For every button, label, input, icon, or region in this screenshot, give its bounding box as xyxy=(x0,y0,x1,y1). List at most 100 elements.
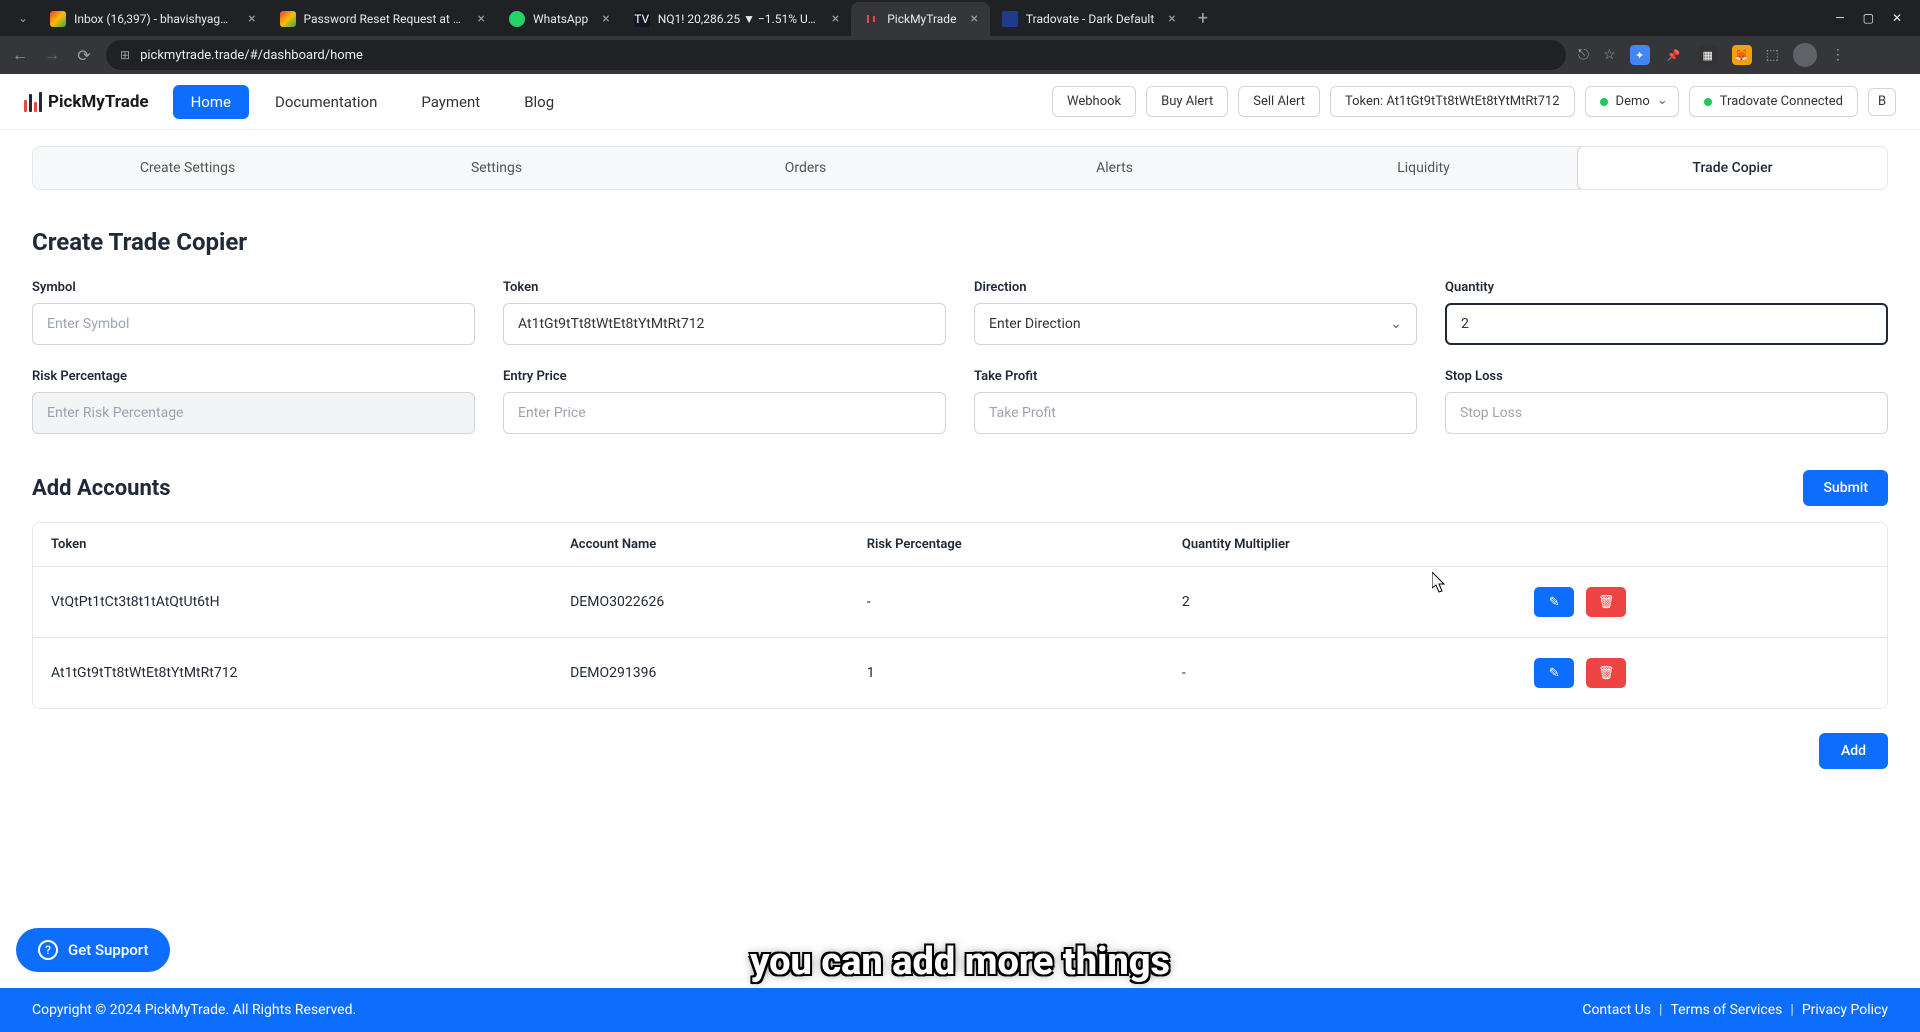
help-icon: ? xyxy=(38,940,58,960)
chevron-down-icon: ⌄ xyxy=(1390,316,1402,332)
quantity-input[interactable] xyxy=(1445,303,1888,345)
take-profit-input[interactable] xyxy=(974,392,1417,434)
sell-alert-button[interactable]: Sell Alert xyxy=(1238,86,1320,117)
cell-qty: - xyxy=(1164,638,1516,709)
add-button[interactable]: Add xyxy=(1819,733,1888,769)
edit-button[interactable]: ✎ xyxy=(1534,658,1574,688)
tab-orders[interactable]: Orders xyxy=(651,147,960,189)
bookmark-icon[interactable]: ☆ xyxy=(1603,47,1616,63)
pencil-icon: ✎ xyxy=(1549,666,1560,681)
close-icon[interactable]: × xyxy=(970,11,977,27)
logo[interactable]: PickMyTrade xyxy=(24,92,149,112)
extension-icon[interactable]: ▦ xyxy=(1698,45,1718,65)
extension-icon[interactable]: 🦊 xyxy=(1732,45,1752,65)
tab-title: Tradovate - Dark Default xyxy=(1026,12,1154,26)
close-icon[interactable]: × xyxy=(602,11,609,27)
delete-button[interactable]: 🗑 xyxy=(1586,587,1626,617)
field-take-profit: Take Profit xyxy=(974,369,1417,434)
footer-terms[interactable]: Terms of Services xyxy=(1670,1002,1782,1018)
forward-button[interactable]: → xyxy=(42,45,62,65)
tab-liquidity[interactable]: Liquidity xyxy=(1269,147,1578,189)
main-nav: Home Documentation Payment Blog xyxy=(173,85,573,119)
close-icon[interactable]: × xyxy=(478,11,485,27)
col-risk-pct: Risk Percentage xyxy=(849,523,1164,567)
sub-tabs-container: Create Settings Settings Orders Alerts L… xyxy=(0,130,1920,190)
tab-alerts[interactable]: Alerts xyxy=(960,147,1269,189)
extension-icon[interactable]: 📌 xyxy=(1664,45,1684,65)
browser-tab[interactable]: Password Reset Request at Pick × xyxy=(268,2,497,36)
menu-icon[interactable]: ⋮ xyxy=(1831,47,1845,63)
nav-home[interactable]: Home xyxy=(173,85,249,119)
tab-trade-copier[interactable]: Trade Copier xyxy=(1577,146,1888,190)
field-quantity: Quantity xyxy=(1445,280,1888,345)
cell-qty: 2 xyxy=(1164,567,1516,638)
close-window-icon[interactable]: ✕ xyxy=(1892,11,1902,25)
sub-tabs: Create Settings Settings Orders Alerts L… xyxy=(32,146,1888,190)
browser-tab[interactable]: Tradovate - Dark Default × xyxy=(990,2,1188,36)
footer: Copyright © 2024 PickMyTrade. All Rights… xyxy=(0,988,1920,1032)
trash-icon: 🗑 xyxy=(1598,666,1615,681)
profile-avatar[interactable] xyxy=(1793,43,1817,67)
footer-privacy[interactable]: Privacy Policy xyxy=(1802,1002,1888,1018)
direction-label: Direction xyxy=(974,280,1417,295)
tab-title: NQ1! 20,286.25 ▼ −1.51% Unn xyxy=(658,12,818,26)
tab-title: WhatsApp xyxy=(533,12,588,26)
maximize-icon[interactable]: ▢ xyxy=(1863,11,1874,25)
close-icon[interactable]: × xyxy=(248,11,255,27)
browser-tab[interactable]: WhatsApp × xyxy=(497,2,622,36)
user-badge[interactable]: B xyxy=(1868,88,1896,116)
symbol-input[interactable] xyxy=(32,303,475,345)
stop-loss-input[interactable] xyxy=(1445,392,1888,434)
symbol-label: Symbol xyxy=(32,280,475,295)
new-tab-button[interactable]: + xyxy=(1188,8,1218,29)
close-icon[interactable]: × xyxy=(832,11,839,27)
webhook-button[interactable]: Webhook xyxy=(1052,86,1136,117)
back-button[interactable]: ← xyxy=(10,45,30,65)
brand-name: PickMyTrade xyxy=(48,92,149,112)
copyright: Copyright © 2024 PickMyTrade. All Rights… xyxy=(32,1002,356,1018)
nav-blog[interactable]: Blog xyxy=(506,85,572,119)
site-info-icon[interactable]: ⊞ xyxy=(120,48,130,62)
translate-icon[interactable]: ⎋ xyxy=(1578,47,1589,63)
submit-button[interactable]: Submit xyxy=(1803,470,1888,506)
cell-token: VtQtPt1tCt3t8t1tAtQtUt6tH xyxy=(33,567,552,638)
connection-label: Tradovate Connected xyxy=(1720,94,1843,109)
tab-search-icon[interactable]: ⌄ xyxy=(8,11,38,25)
trash-icon: 🗑 xyxy=(1598,595,1615,610)
browser-tab[interactable]: TV NQ1! 20,286.25 ▼ −1.51% Unn × xyxy=(622,2,851,36)
close-icon[interactable]: × xyxy=(1168,11,1175,27)
demo-select[interactable]: Demo xyxy=(1585,86,1679,117)
col-actions xyxy=(1516,523,1887,567)
footer-contact[interactable]: Contact Us xyxy=(1582,1002,1651,1018)
field-symbol: Symbol xyxy=(32,280,475,345)
direction-select[interactable]: Enter Direction ⌄ xyxy=(974,303,1417,345)
page-title: Create Trade Copier xyxy=(32,228,1888,256)
browser-tab-active[interactable]: PickMyTrade × xyxy=(851,2,990,36)
extension-icon[interactable]: ✦ xyxy=(1630,45,1650,65)
tab-create-settings[interactable]: Create Settings xyxy=(33,147,342,189)
cell-token: At1tGt9tTt8tWtEt8tYtMtRt712 xyxy=(33,638,552,709)
field-entry-price: Entry Price xyxy=(503,369,946,434)
window-controls: — ▢ ✕ xyxy=(1835,11,1912,25)
tab-settings[interactable]: Settings xyxy=(342,147,651,189)
token-display: Token: At1tGt9tTt8tWtEt8tYtMtRt712 xyxy=(1330,86,1575,117)
buy-alert-button[interactable]: Buy Alert xyxy=(1146,86,1228,117)
nav-payment[interactable]: Payment xyxy=(403,85,498,119)
gmail-icon xyxy=(280,11,296,27)
token-input[interactable] xyxy=(503,303,946,345)
demo-label: Demo xyxy=(1616,94,1650,109)
address-bar[interactable]: ⊞ pickmytrade.trade/#/dashboard/home xyxy=(106,40,1566,70)
get-support-button[interactable]: ? Get Support xyxy=(16,928,170,972)
table-row: At1tGt9tTt8tWtEt8tYtMtRt712 DEMO291396 1… xyxy=(33,638,1887,709)
entry-price-input[interactable] xyxy=(503,392,946,434)
direction-placeholder: Enter Direction xyxy=(989,316,1081,332)
reload-button[interactable]: ⟳ xyxy=(74,46,94,65)
edit-button[interactable]: ✎ xyxy=(1534,587,1574,617)
minimize-icon[interactable]: — xyxy=(1835,11,1844,25)
delete-button[interactable]: 🗑 xyxy=(1586,658,1626,688)
browser-tab[interactable]: Inbox (16,397) - bhavishyagoya × xyxy=(38,2,267,36)
tab-title: Password Reset Request at Pick xyxy=(304,12,464,26)
extensions-icon[interactable]: ⬚ xyxy=(1766,47,1779,63)
nav-documentation[interactable]: Documentation xyxy=(257,85,395,119)
browser-tab-strip: ⌄ Inbox (16,397) - bhavishyagoya × Passw… xyxy=(0,0,1920,36)
